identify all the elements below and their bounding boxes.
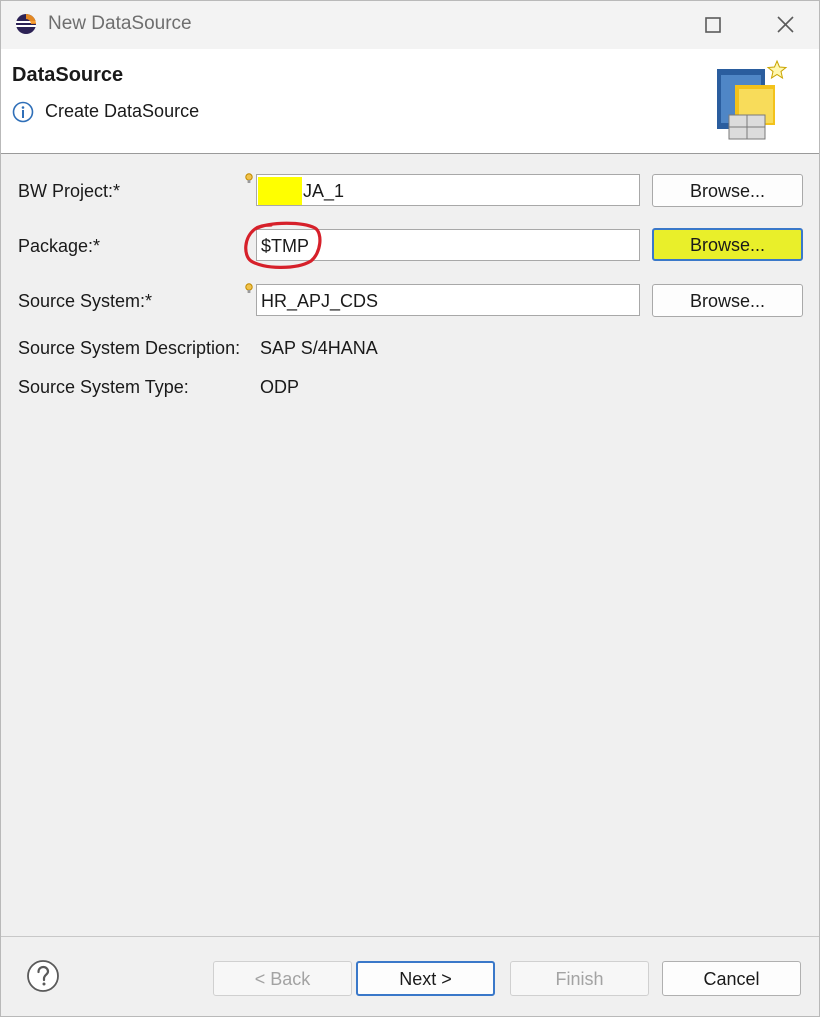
source-system-browse-button[interactable]: Browse... — [652, 284, 803, 317]
source-system-description-value: SAP S/4HANA — [260, 338, 378, 358]
datasource-wizard-icon — [717, 59, 788, 140]
bw-project-field[interactable]: JA_1 — [256, 174, 640, 206]
help-icon[interactable] — [26, 959, 60, 993]
source-system-field[interactable]: HR_APJ_CDS — [256, 284, 640, 316]
red-circle-annotation — [244, 221, 322, 269]
source-system-type-value: ODP — [260, 377, 300, 397]
header-message: Create DataSource — [45, 101, 200, 121]
source-system-label: Source System:* — [18, 291, 153, 311]
back-button[interactable]: < Back — [213, 961, 352, 996]
redaction-highlight — [258, 177, 302, 205]
title-bar: New DataSource — [1, 1, 819, 49]
content-assist-bulb-icon — [245, 173, 253, 183]
source-system-type-label: Source System Type: — [18, 377, 189, 397]
bw-project-label: BW Project:* — [18, 181, 121, 201]
dialog-window: New DataSource DataSource Create DataSou… — [0, 0, 820, 1017]
package-browse-button[interactable]: Browse... — [652, 228, 803, 261]
footer-divider — [1, 936, 819, 937]
cancel-button[interactable]: Cancel — [662, 961, 801, 996]
info-icon — [12, 101, 34, 123]
maximize-icon[interactable] — [693, 9, 733, 41]
bw-project-browse-button[interactable]: Browse... — [652, 174, 803, 207]
finish-button[interactable]: Finish — [510, 961, 649, 996]
close-icon[interactable] — [765, 9, 805, 41]
next-button[interactable]: Next > — [356, 961, 495, 996]
source-system-description-label: Source System Description: — [18, 338, 241, 358]
content-assist-bulb-icon — [245, 283, 253, 293]
eclipse-app-icon — [16, 14, 36, 34]
window-title: New DataSource — [48, 13, 192, 34]
wizard-header: DataSource Create DataSource — [1, 49, 819, 154]
page-title: DataSource — [12, 64, 124, 86]
package-label: Package:* — [18, 236, 101, 256]
